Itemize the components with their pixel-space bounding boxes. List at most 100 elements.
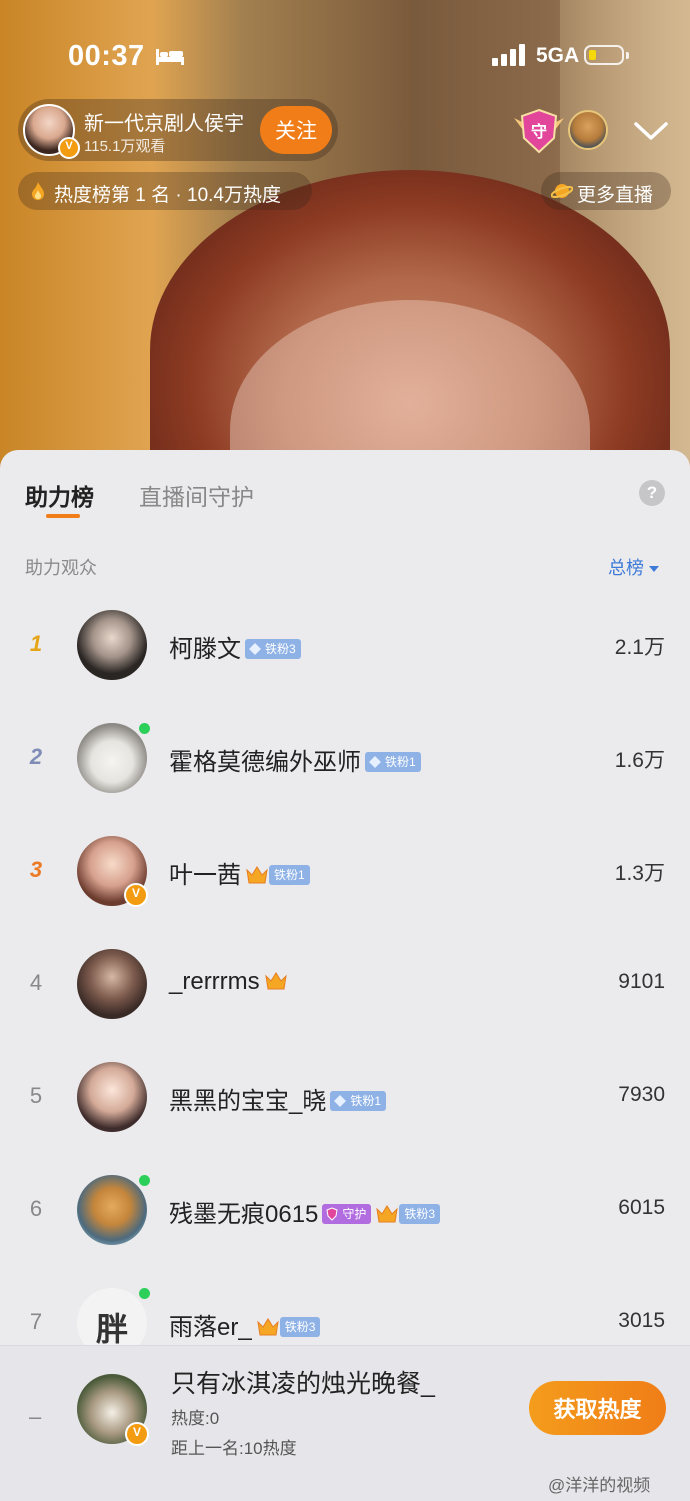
user-name[interactable]: 黑黑的宝宝_晓 铁粉1 bbox=[169, 1081, 387, 1116]
gap-to-previous: 距上一名:10热度 bbox=[171, 1439, 297, 1458]
fan-badge-label: 铁粉1 bbox=[385, 754, 416, 769]
user-name-text: _rerrrms bbox=[169, 968, 260, 995]
table-row[interactable]: 2 霍格莫德编外巫师 铁粉1 1.6万 bbox=[0, 710, 690, 823]
score: 9101 bbox=[618, 970, 665, 993]
fan-badge: 铁粉3 bbox=[399, 1203, 441, 1224]
user-name-text: 雨落er_ bbox=[169, 1314, 252, 1341]
avatar-char: 胖 bbox=[95, 1311, 128, 1347]
fan-badge: 铁粉1 bbox=[330, 1090, 387, 1111]
status-bar: 00:37 5GA bbox=[0, 30, 690, 84]
shield-icon bbox=[326, 1207, 338, 1221]
user-name-text: 柯滕文 bbox=[169, 636, 241, 663]
ranking-tabs: 助力榜 直播间守护 ? bbox=[0, 450, 690, 540]
help-icon[interactable]: ? bbox=[639, 480, 665, 506]
fan-badge-label: 铁粉1 bbox=[274, 867, 305, 882]
user-name[interactable]: 残墨无痕0615 守护 铁粉3 bbox=[169, 1194, 441, 1229]
heat-ranking-text: 热度榜第 1 名 · 10.4万热度 bbox=[54, 185, 281, 206]
my-rank-number: – bbox=[29, 1404, 42, 1429]
my-heat: 热度:0 bbox=[171, 1409, 220, 1428]
fan-badge-label: 铁粉3 bbox=[284, 1319, 316, 1334]
fan-badge-label: 铁粉3 bbox=[265, 641, 296, 656]
table-row[interactable]: 6 残墨无痕0615 守护 铁粉3 6015 bbox=[0, 1162, 690, 1275]
streamer-info[interactable]: V 新一代京剧人侯宇 115.1万观看 关注 bbox=[18, 99, 338, 161]
score: 1.3万 bbox=[614, 862, 665, 885]
streamer-name: 新一代京剧人侯宇 bbox=[84, 113, 244, 135]
my-rank-bar: – V 只有冰淇凌的烛光晚餐_ 热度:0 距上一名:10热度 获取热度 @洋洋的… bbox=[0, 1345, 690, 1501]
guard-shield-char: 守 bbox=[531, 122, 547, 141]
guard-badge: 守护 bbox=[322, 1203, 372, 1224]
crown-icon bbox=[246, 865, 268, 884]
fan-badge-label: 铁粉1 bbox=[350, 1093, 382, 1108]
get-heat-button[interactable]: 获取热度 bbox=[529, 1381, 666, 1435]
chevron-down-icon[interactable] bbox=[632, 118, 670, 144]
rank-number: 5 bbox=[29, 1083, 43, 1108]
online-indicator bbox=[137, 1173, 152, 1188]
rank-number: 6 bbox=[29, 1196, 43, 1221]
tab-room-guardians[interactable]: 直播间守护 bbox=[139, 478, 254, 512]
table-row[interactable]: 1 柯滕文 铁粉3 2.1万 bbox=[0, 597, 690, 710]
score: 6015 bbox=[618, 1196, 665, 1219]
user-name-text: 霍格莫德编外巫师 bbox=[169, 749, 361, 776]
table-row[interactable]: 4 _rerrrms 9101 bbox=[0, 936, 690, 1049]
sleep-mode-icon bbox=[156, 49, 184, 65]
verified-badge-icon: V bbox=[125, 1422, 149, 1446]
user-name[interactable]: 柯滕文 铁粉3 bbox=[169, 629, 301, 664]
caret-down-icon bbox=[649, 566, 659, 573]
tab-support-ranking[interactable]: 助力榜 bbox=[25, 478, 94, 512]
rank-number: 4 bbox=[29, 970, 43, 995]
online-indicator bbox=[137, 1286, 152, 1301]
user-name[interactable]: 雨落er_ 铁粉3 bbox=[169, 1307, 321, 1342]
section-label: 助力观众 bbox=[25, 558, 97, 578]
network-type: 5GA bbox=[536, 44, 580, 67]
fan-badge: 铁粉3 bbox=[279, 1316, 321, 1337]
table-row[interactable]: 3 V 叶一茜 铁粉1 1.3万 bbox=[0, 823, 690, 936]
rank-number: 1 bbox=[29, 631, 43, 656]
user-name[interactable]: 霍格莫德编外巫师 铁粉1 bbox=[169, 742, 421, 777]
score: 7930 bbox=[618, 1083, 665, 1106]
total-ranking-label: 总榜 bbox=[608, 558, 644, 578]
guardian-avatar[interactable] bbox=[568, 110, 608, 150]
score: 2.1万 bbox=[614, 636, 665, 659]
guard-badge-label: 守护 bbox=[342, 1206, 367, 1221]
follow-button[interactable]: 关注 bbox=[260, 106, 332, 154]
diamond-icon bbox=[334, 1094, 347, 1107]
battery-icon bbox=[584, 45, 629, 65]
diamond-icon bbox=[369, 755, 381, 768]
viewer-count: 115.1万观看 bbox=[84, 138, 166, 155]
fan-badge: 铁粉3 bbox=[245, 638, 301, 659]
status-time: 00:37 bbox=[68, 40, 145, 72]
crown-icon bbox=[264, 971, 287, 990]
user-name-text: 残墨无痕0615 bbox=[169, 1201, 319, 1228]
table-row[interactable]: 5 黑黑的宝宝_晓 铁粉1 7930 bbox=[0, 1049, 690, 1162]
heat-ranking-pill[interactable]: 热度榜第 1 名 · 10.4万热度 bbox=[18, 172, 312, 210]
ranking-sheet: 助力榜 直播间守护 ? 助力观众 总榜 1 柯滕文 铁粉3 2.1万 2 霍格莫德… bbox=[0, 450, 690, 1500]
guard-shield-icon[interactable]: 守 bbox=[512, 108, 566, 154]
fan-badge-label: 铁粉3 bbox=[404, 1206, 436, 1221]
rank-number: 2 bbox=[29, 744, 43, 769]
planet-icon bbox=[551, 184, 573, 198]
avatar[interactable] bbox=[77, 610, 147, 680]
diamond-icon bbox=[249, 642, 261, 655]
avatar[interactable] bbox=[77, 1062, 147, 1132]
verified-badge-icon: V bbox=[124, 883, 148, 907]
avatar[interactable] bbox=[77, 1175, 147, 1245]
watermark: @洋洋的视频 bbox=[548, 1476, 651, 1495]
verified-badge-icon: V bbox=[58, 137, 80, 159]
user-name[interactable]: 叶一茜 铁粉1 bbox=[169, 855, 310, 890]
fan-badge: 铁粉1 bbox=[365, 751, 421, 772]
score: 1.6万 bbox=[614, 749, 665, 772]
crown-icon bbox=[376, 1204, 399, 1223]
more-live-button[interactable]: 更多直播 bbox=[541, 172, 671, 210]
total-ranking-dropdown[interactable]: 总榜 bbox=[608, 554, 659, 580]
rank-number: 3 bbox=[29, 857, 43, 882]
user-name[interactable]: _rerrrms bbox=[169, 968, 288, 996]
user-name-text: 叶一茜 bbox=[169, 862, 241, 889]
online-indicator bbox=[137, 721, 152, 736]
flame-icon bbox=[32, 182, 44, 200]
my-user-name: 只有冰淇凌的烛光晚餐_ bbox=[171, 1370, 435, 1398]
avatar[interactable] bbox=[77, 949, 147, 1019]
crown-icon bbox=[256, 1317, 279, 1336]
avatar[interactable] bbox=[77, 723, 147, 793]
score: 3015 bbox=[618, 1309, 665, 1332]
signal-icon bbox=[492, 44, 525, 66]
